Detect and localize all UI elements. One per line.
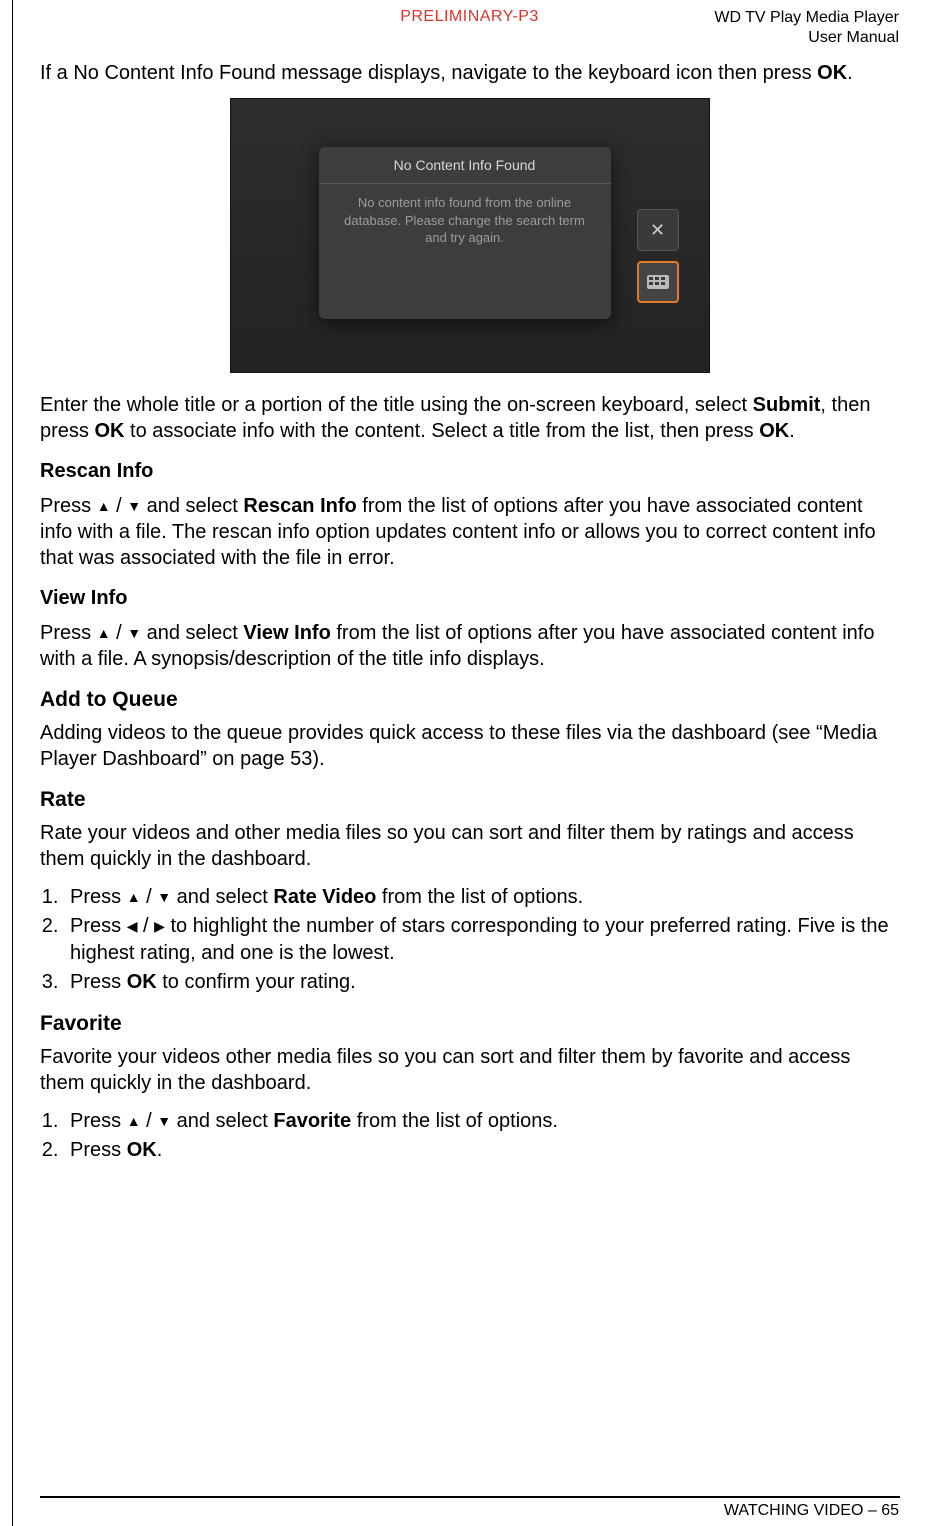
- close-icon: ✕: [650, 220, 665, 241]
- header-status: PRELIMINARY-P3: [400, 8, 539, 26]
- figure-container: No Content Info Found No content info fo…: [40, 98, 899, 378]
- rate-step-1: Press ▲ / ▼ and select Rate Video from t…: [64, 884, 899, 911]
- keyboard-button[interactable]: [637, 261, 679, 303]
- favorite-step-2: Press OK.: [64, 1137, 899, 1164]
- down-arrow-icon: ▼: [127, 624, 141, 642]
- after-figure-paragraph: Enter the whole title or a portion of th…: [40, 392, 899, 444]
- down-arrow-icon: ▼: [157, 1112, 171, 1131]
- left-arrow-icon: ◀: [127, 917, 138, 936]
- close-button[interactable]: ✕: [637, 209, 679, 251]
- heading-add-to-queue: Add to Queue: [40, 688, 899, 712]
- dialog-side-buttons: ✕: [637, 209, 679, 313]
- rate-step-3: Press OK to confirm your rating.: [64, 969, 899, 996]
- header-product: WD TV Play Media Player User Manual: [714, 8, 899, 48]
- queue-paragraph: Adding videos to the queue provides quic…: [40, 720, 899, 772]
- heading-favorite: Favorite: [40, 1012, 899, 1036]
- down-arrow-icon: ▼: [157, 888, 171, 907]
- heading-view-info: View Info: [40, 587, 899, 610]
- heading-rate: Rate: [40, 788, 899, 812]
- favorite-intro: Favorite your videos other media files s…: [40, 1044, 899, 1096]
- dialog-body: No content info found from the online da…: [319, 184, 611, 257]
- rescan-paragraph: Press ▲ / ▼ and select Rescan Info from …: [40, 493, 899, 571]
- rate-intro: Rate your videos and other media files s…: [40, 820, 899, 872]
- up-arrow-icon: ▲: [97, 624, 111, 642]
- viewinfo-paragraph: Press ▲ / ▼ and select View Info from th…: [40, 620, 899, 672]
- page-left-border: [12, 0, 13, 1526]
- no-content-dialog: No Content Info Found No content info fo…: [319, 147, 611, 319]
- heading-rescan-info: Rescan Info: [40, 460, 899, 483]
- down-arrow-icon: ▼: [127, 497, 141, 515]
- page-content: If a No Content Info Found message displ…: [40, 60, 899, 1166]
- screenshot-figure: No Content Info Found No content info fo…: [230, 98, 710, 373]
- favorite-step-1: Press ▲ / ▼ and select Favorite from the…: [64, 1108, 899, 1135]
- footer-text: WATCHING VIDEO – 65: [724, 1502, 899, 1520]
- rate-step-2: Press ◀ / ▶ to highlight the number of s…: [64, 913, 899, 967]
- header-line1: WD TV Play Media Player: [714, 8, 899, 28]
- footer-rule: [40, 1496, 900, 1498]
- rate-steps: Press ▲ / ▼ and select Rate Video from t…: [64, 884, 899, 996]
- header-line2: User Manual: [714, 28, 899, 48]
- intro-paragraph: If a No Content Info Found message displ…: [40, 60, 899, 86]
- footer-section: WATCHING VIDEO –: [724, 1502, 881, 1519]
- right-arrow-icon: ▶: [154, 917, 165, 936]
- up-arrow-icon: ▲: [127, 888, 141, 907]
- footer-page-number: 65: [881, 1502, 899, 1519]
- favorite-steps: Press ▲ / ▼ and select Favorite from the…: [64, 1108, 899, 1164]
- dialog-title: No Content Info Found: [319, 147, 611, 184]
- up-arrow-icon: ▲: [97, 497, 111, 515]
- keyboard-icon: [647, 275, 669, 289]
- up-arrow-icon: ▲: [127, 1112, 141, 1131]
